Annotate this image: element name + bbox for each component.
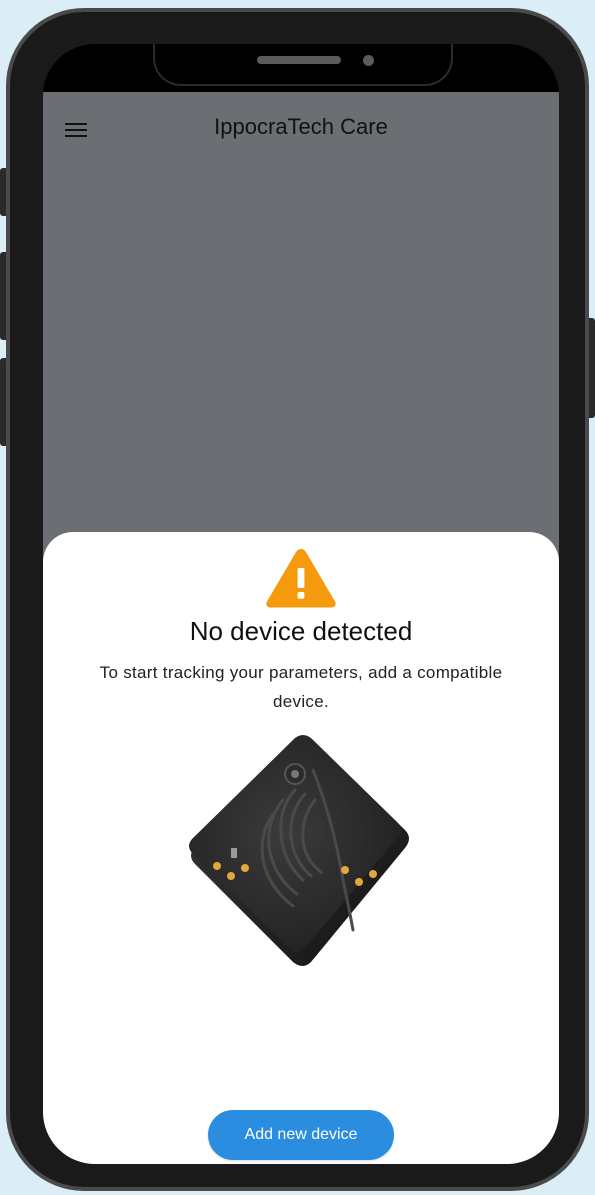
speaker-grille xyxy=(257,56,341,64)
device-image xyxy=(189,735,409,966)
app-title: IppocraTech Care xyxy=(214,114,388,139)
warning-triangle-icon xyxy=(266,549,336,608)
front-camera xyxy=(363,55,374,66)
no-device-subtitle: To start tracking your parameters, add a… xyxy=(99,663,503,711)
no-device-title: No device detected xyxy=(189,616,413,646)
no-device-bottom-sheet: No device detected To start tracking you… xyxy=(43,532,559,1164)
app-bar: IppocraTech Care xyxy=(43,92,559,164)
page: IppocraTech Care No device detected To s… xyxy=(0,0,595,1195)
phone-screen: IppocraTech Care No device detected To s… xyxy=(43,44,559,1164)
notch xyxy=(153,44,453,86)
add-new-device-button[interactable]: Add new device xyxy=(208,1110,394,1160)
